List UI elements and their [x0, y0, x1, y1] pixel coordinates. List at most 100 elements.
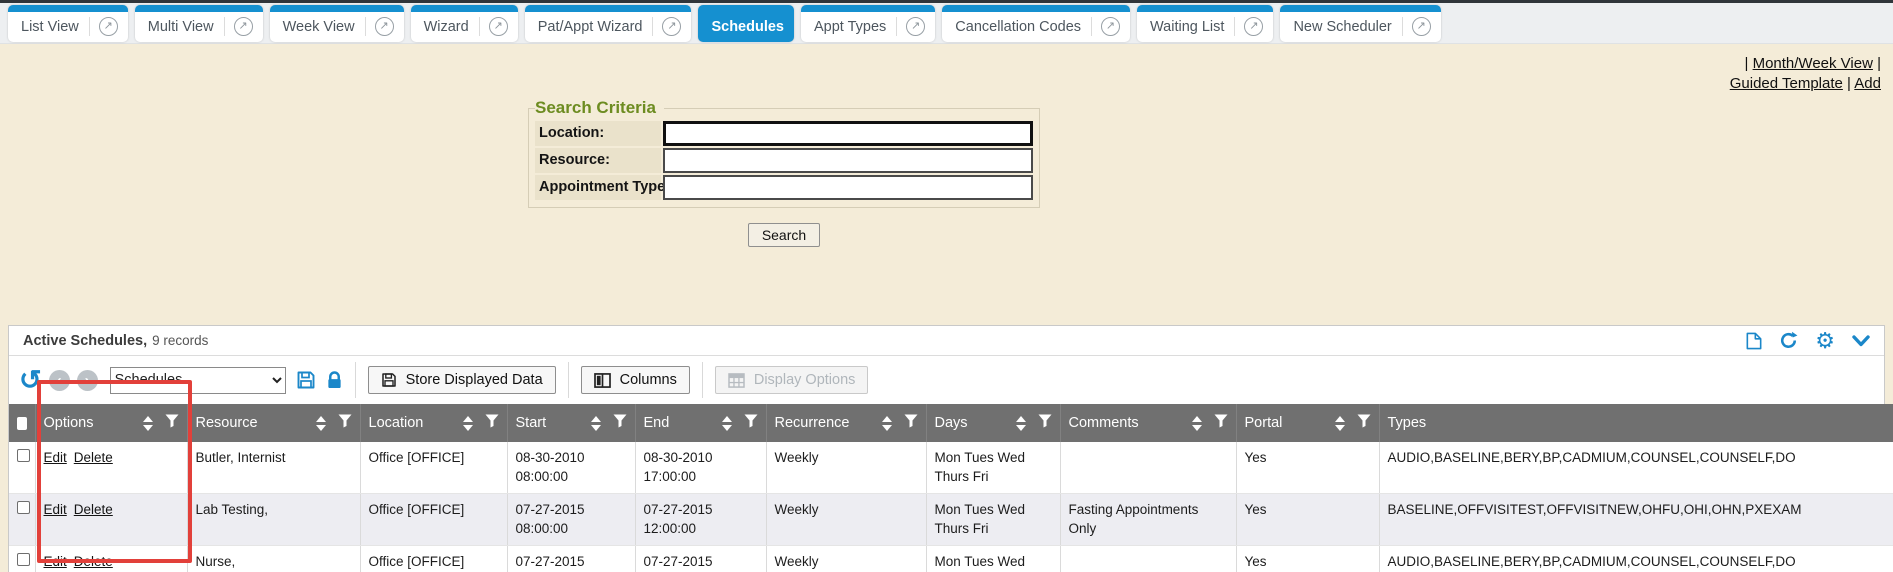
- cell-end: 08-30-2010 17:00:00: [635, 442, 766, 493]
- external-link-icon[interactable]: ↗: [896, 17, 925, 36]
- sort-icon[interactable]: [722, 416, 732, 431]
- external-link-icon[interactable]: ↗: [1402, 17, 1431, 36]
- tab-pat-appt-wizard[interactable]: Pat/Appt Wizard↗: [525, 5, 692, 42]
- filter-funnel-icon[interactable]: [613, 414, 627, 432]
- tab-new-scheduler[interactable]: New Scheduler↗: [1280, 5, 1440, 42]
- columns-label: Columns: [620, 372, 677, 388]
- column-label: End: [644, 415, 670, 431]
- sort-icon[interactable]: [143, 416, 153, 431]
- toolbar-divider: [355, 362, 356, 398]
- sort-icon[interactable]: [463, 416, 473, 431]
- external-link-icon[interactable]: ↗: [89, 17, 118, 36]
- external-link-icon[interactable]: ↗: [479, 17, 508, 36]
- filter-funnel-icon[interactable]: [485, 414, 499, 432]
- next-view-icon[interactable]: ›: [77, 370, 98, 391]
- add-link[interactable]: Add: [1854, 75, 1881, 92]
- filter-funnel-icon[interactable]: [744, 414, 758, 432]
- guided-template-link[interactable]: Guided Template: [1730, 75, 1843, 92]
- edit-link[interactable]: Edit: [44, 450, 67, 465]
- tab-list-view[interactable]: List View↗: [8, 5, 128, 42]
- sort-icon[interactable]: [1335, 416, 1345, 431]
- settings-gear-icon[interactable]: ⚙: [1815, 330, 1835, 352]
- tab-waiting-list[interactable]: Waiting List↗: [1137, 5, 1273, 42]
- sort-icon[interactable]: [1192, 416, 1202, 431]
- filter-funnel-icon[interactable]: [1038, 414, 1052, 432]
- column-header-comments: Comments: [1060, 404, 1236, 442]
- tab-appt-types[interactable]: Appt Types↗: [801, 5, 935, 42]
- sort-icon[interactable]: [882, 416, 892, 431]
- external-link-icon[interactable]: ↗: [652, 17, 681, 36]
- schedules-table: OptionsResourceLocationStartEndRecurrenc…: [9, 404, 1893, 572]
- search-button[interactable]: Search: [748, 223, 820, 247]
- delete-link[interactable]: Delete: [74, 450, 113, 465]
- row-checkbox[interactable]: [17, 449, 30, 462]
- filter-funnel-icon[interactable]: [904, 414, 918, 432]
- cell-start: 07-27-2015 08:00:00: [507, 545, 635, 572]
- column-label: Days: [935, 415, 968, 431]
- resource-input[interactable]: [663, 148, 1033, 173]
- external-link-icon[interactable]: ↗: [365, 17, 394, 36]
- tab-schedules[interactable]: Schedules: [698, 5, 794, 42]
- cell-recurrence: Weekly: [766, 493, 926, 545]
- filter-funnel-icon[interactable]: [165, 414, 179, 432]
- table-row: EditDeleteButler, InternistOffice [OFFIC…: [9, 442, 1893, 493]
- appointment-type-label: Appointment Type:: [535, 175, 661, 200]
- sort-icon[interactable]: [591, 416, 601, 431]
- view-select[interactable]: Schedules: [110, 367, 286, 394]
- search-button-row: Search: [528, 223, 1040, 247]
- toolbar-divider: [702, 362, 703, 398]
- top-tab-bar: List View↗Multi View↗Week View↗Wizard↗Pa…: [0, 0, 1893, 44]
- column-header-start: Start: [507, 404, 635, 442]
- undo-icon[interactable]: ↺: [19, 367, 42, 394]
- month-week-view-link[interactable]: Month/Week View: [1753, 55, 1873, 72]
- header-links-line2: Guided Template | Add: [0, 74, 1881, 94]
- search-row-appointment-type: Appointment Type:: [535, 175, 1033, 200]
- external-link-icon[interactable]: ↗: [1234, 17, 1263, 36]
- row-checkbox[interactable]: [17, 553, 30, 566]
- column-label: Resource: [196, 415, 258, 431]
- arrow-up-right-icon: ↗: [906, 17, 925, 36]
- header-links-line1: | Month/Week View |: [0, 54, 1881, 74]
- row-checkbox[interactable]: [17, 501, 30, 514]
- delete-link[interactable]: Delete: [74, 502, 113, 517]
- previous-view-icon[interactable]: ‹: [49, 370, 70, 391]
- cell-recurrence: Weekly: [766, 545, 926, 572]
- edit-link[interactable]: Edit: [44, 502, 67, 517]
- external-link-icon[interactable]: ↗: [1091, 17, 1120, 36]
- sort-icon[interactable]: [1016, 416, 1026, 431]
- arrow-up-right-icon: ↗: [1101, 17, 1120, 36]
- tab-cancellation-codes[interactable]: Cancellation Codes↗: [942, 5, 1130, 42]
- tab-wizard[interactable]: Wizard↗: [411, 5, 518, 42]
- display-options-label: Display Options: [754, 372, 856, 388]
- save-view-icon[interactable]: [296, 370, 316, 390]
- cell-days: Mon Tues Wed Thurs Fri: [926, 442, 1060, 493]
- columns-button[interactable]: Columns: [581, 366, 690, 394]
- column-header-days: Days: [926, 404, 1060, 442]
- store-displayed-data-button[interactable]: Store Displayed Data: [368, 366, 556, 394]
- refresh-icon[interactable]: [1779, 331, 1798, 350]
- cell-select: [9, 545, 35, 572]
- edit-link[interactable]: Edit: [44, 554, 67, 569]
- tab-multi-view[interactable]: Multi View↗: [135, 5, 263, 42]
- appointment-type-input[interactable]: [663, 175, 1033, 200]
- collapse-chevron-icon[interactable]: [1852, 334, 1870, 348]
- location-input[interactable]: [663, 121, 1033, 146]
- search-row-location: Location:: [535, 121, 1033, 146]
- column-header-options: Options: [35, 404, 187, 442]
- header-links: | Month/Week View | Guided Template | Ad…: [0, 44, 1893, 94]
- filter-funnel-icon[interactable]: [338, 414, 352, 432]
- cell-types: BASELINE,OFFVISITEST,OFFVISITNEW,OHFU,OH…: [1379, 493, 1893, 545]
- cell-start: 08-30-2010 08:00:00: [507, 442, 635, 493]
- record-count: 9 records: [152, 333, 208, 348]
- select-all-checkbox[interactable]: [17, 417, 27, 430]
- tab-week-view[interactable]: Week View↗: [270, 5, 404, 42]
- lock-view-icon[interactable]: [326, 371, 343, 390]
- new-document-icon[interactable]: [1746, 332, 1762, 350]
- filter-funnel-icon[interactable]: [1214, 414, 1228, 432]
- delete-link[interactable]: Delete: [74, 554, 113, 569]
- table-header: OptionsResourceLocationStartEndRecurrenc…: [9, 404, 1893, 442]
- sort-icon[interactable]: [316, 416, 326, 431]
- filter-funnel-icon[interactable]: [1357, 414, 1371, 432]
- external-link-icon[interactable]: ↗: [224, 17, 253, 36]
- cell-start: 07-27-2015 08:00:00: [507, 493, 635, 545]
